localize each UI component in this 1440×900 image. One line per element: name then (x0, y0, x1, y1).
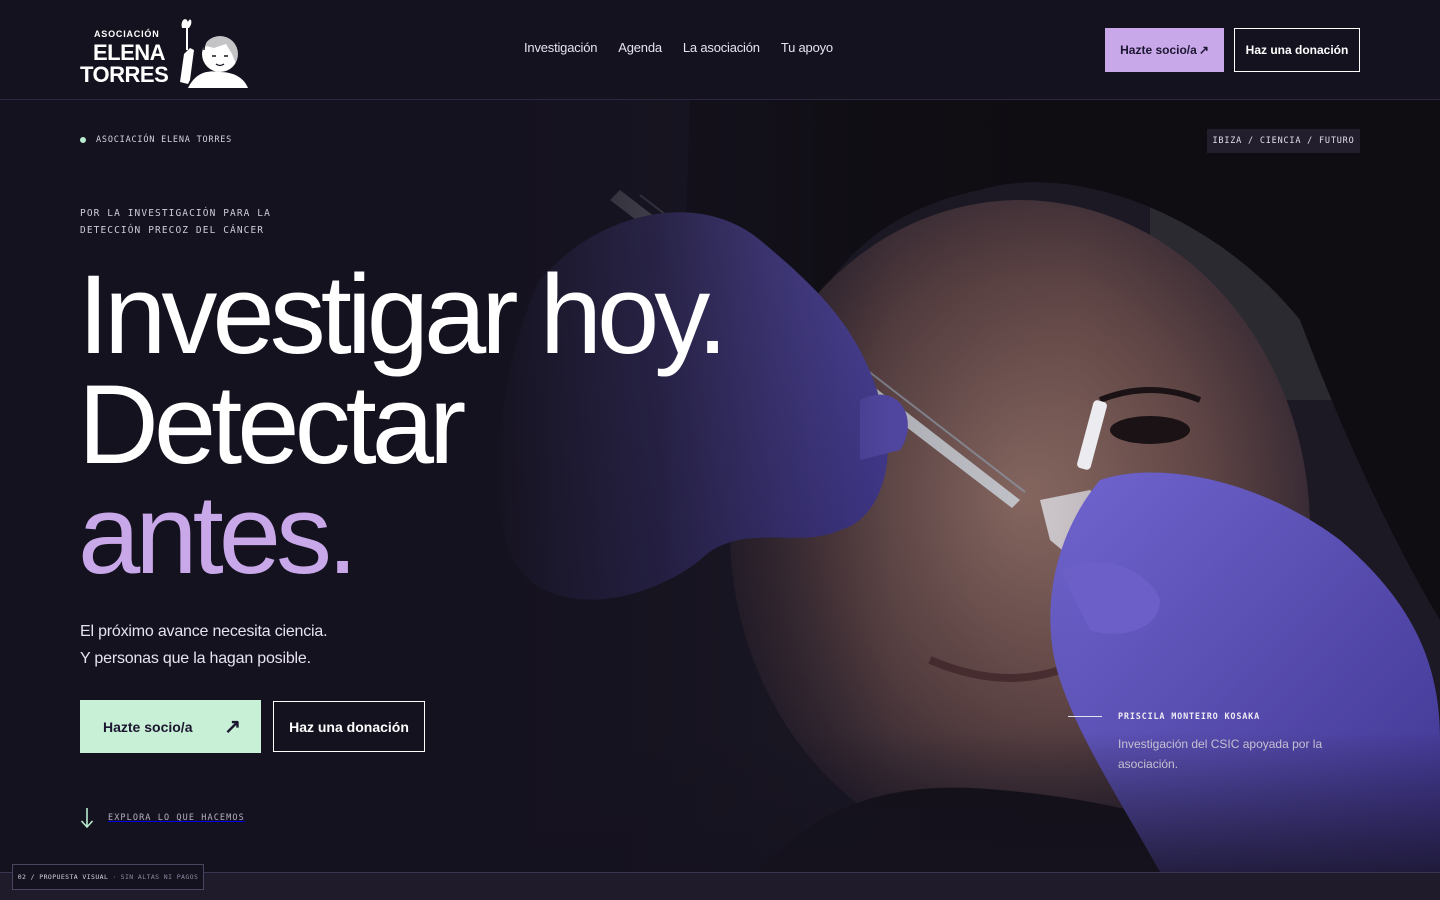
hero-tagline-badge: IBIZA / CIENCIA / FUTURO (1207, 129, 1360, 153)
hero-donate-button[interactable]: Haz una donación (273, 701, 425, 752)
hero-eyebrow: ASOCIACIÓN ELENA TORRES (80, 135, 232, 145)
hero-headline: Investigar hoy. Detectar antes. (78, 252, 728, 597)
badge-separator: · (112, 873, 117, 881)
logo-line-elena: ELENA (93, 40, 166, 65)
nav-item-tu-apoyo[interactable]: Tu apoyo (781, 40, 833, 55)
header-member-label: Hazte socio/a (1120, 43, 1197, 57)
lede-line-1: El próximo avance necesita ciencia. (80, 623, 328, 640)
badge-note: SIN ALTAS NI PAGOS (120, 873, 199, 881)
hero-kicker: POR LA INVESTIGACIÓN PARA LA DETECCIÓN P… (80, 205, 300, 239)
caption-rule (1068, 716, 1102, 717)
footer-strip (0, 872, 1440, 900)
hero-member-button[interactable]: Hazte socio/a ↗ (80, 700, 261, 753)
main-nav: Investigación Agenda La asociación Tu ap… (524, 40, 833, 55)
site-header: ASOCIACIÓN ELENA TORRES Investigación Ag… (0, 0, 1440, 100)
kicker-line-1: POR LA INVESTIGACIÓN PARA LA (80, 208, 271, 219)
badge-label: 02 / PROPUESTA VISUAL (17, 873, 109, 881)
header-member-button[interactable]: Hazte socio/a ↗ (1105, 28, 1224, 72)
eyebrow-text: ASOCIACIÓN ELENA TORRES (96, 135, 233, 145)
headline-line-1: Investigar hoy. (78, 252, 728, 377)
proposal-badge: 02 / PROPUESTA VISUAL · SIN ALTAS NI PAG… (12, 864, 204, 890)
logo-small-text: ASOCIACIÓN (94, 29, 160, 39)
hero-lede: El próximo avance necesita ciencia. Y pe… (80, 618, 328, 672)
headline-line-2: Detectar (78, 362, 466, 487)
status-dot-icon (80, 137, 86, 143)
explore-text: EXPLORA LO QUE HACEMOS (108, 813, 245, 823)
girl-portrait-logo-icon (180, 19, 248, 88)
kicker-line-2: DETECCIÓN PRECOZ DEL CÁNCER (80, 225, 265, 236)
headline-line-3: antes. (78, 472, 358, 597)
caption-description: Investigación del CSIC apoyada por la as… (1118, 737, 1323, 771)
header-donate-button[interactable]: Haz una donación (1234, 28, 1360, 72)
explore-link[interactable]: EXPLORA LO QUE HACEMOS (80, 807, 245, 829)
nav-item-asociacion[interactable]: La asociación (683, 40, 760, 55)
logo-line-torres: TORRES (80, 62, 169, 87)
caption-name: PRISCILA MONTEIRO KOSAKA (1118, 712, 1261, 722)
hero-member-label: Hazte socio/a (103, 718, 193, 735)
arrow-up-right-icon: ↗ (224, 716, 241, 738)
hero-section: ASOCIACIÓN ELENA TORRES IBIZA / CIENCIA … (0, 100, 1440, 872)
brand-logo[interactable]: ASOCIACIÓN ELENA TORRES (80, 14, 250, 88)
nav-item-agenda[interactable]: Agenda (618, 40, 662, 55)
nav-item-investigacion[interactable]: Investigación (524, 40, 597, 55)
arrow-down-icon (80, 808, 94, 829)
arrow-up-right-icon: ↗ (1198, 43, 1209, 57)
lede-line-2: Y personas que la hagan posible. (80, 650, 311, 667)
